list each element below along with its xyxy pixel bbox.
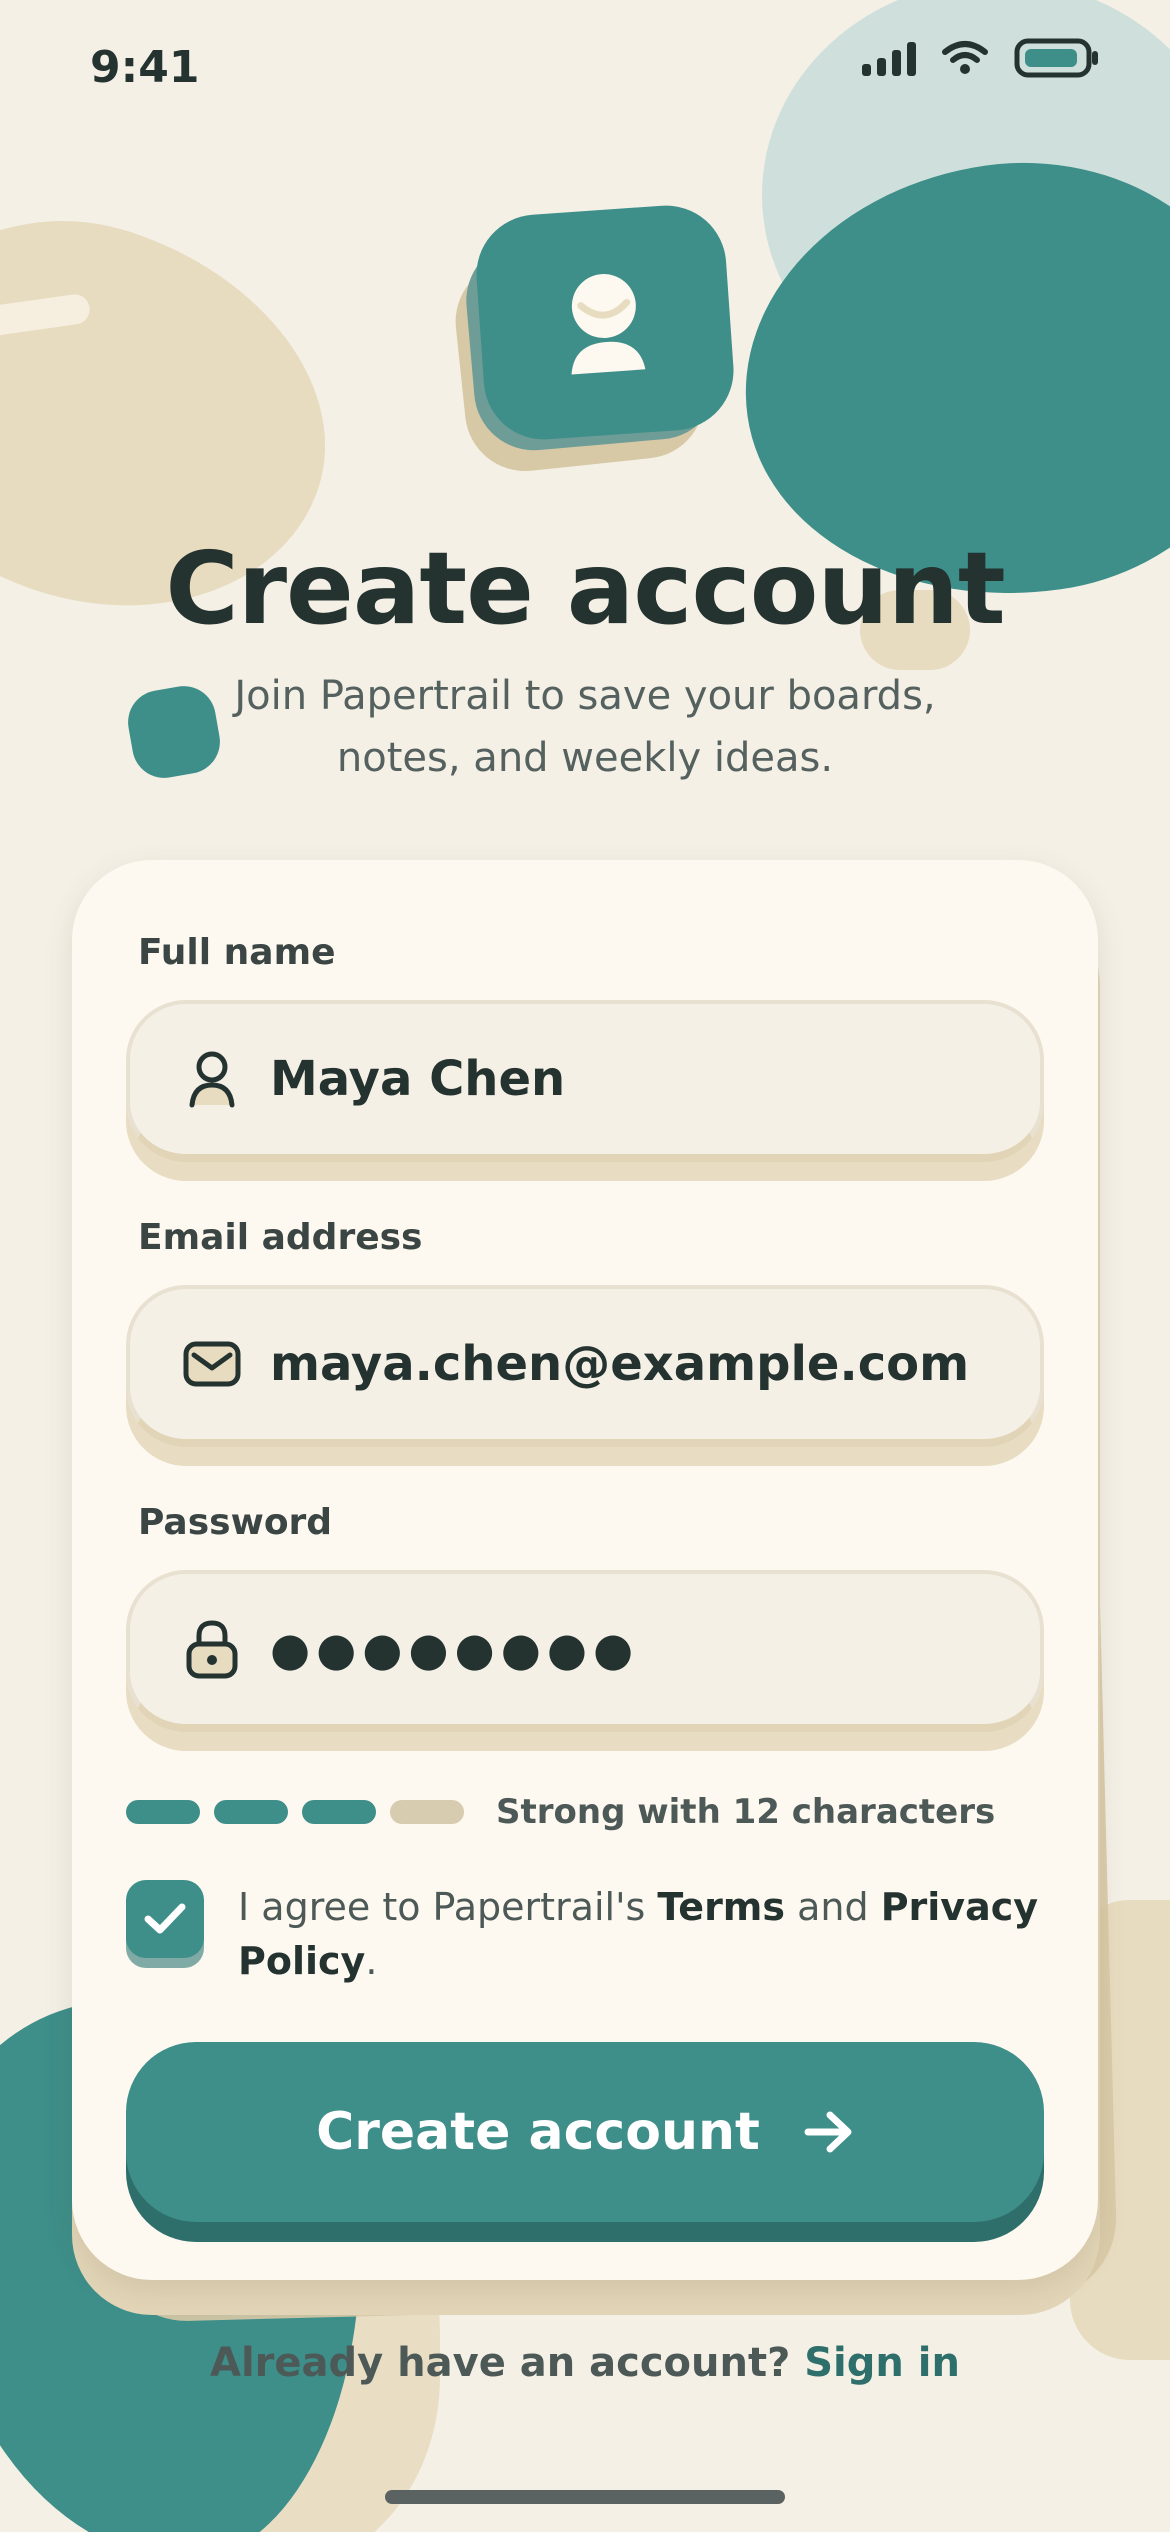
password-value: ●●●●●●●● [270,1622,640,1676]
page-title: Create account [165,530,1005,647]
sign-in-prompt: Already have an account? Sign in [210,2340,960,2386]
sign-in-link[interactable]: Sign in [804,2340,960,2386]
wifi-icon [942,41,988,74]
password-strength-meter: Strong with 12 characters [126,1792,995,1832]
status-icons [862,38,1100,78]
password-field[interactable]: ●●●●●●●● [126,1570,1044,1751]
envelope-icon [182,1334,242,1394]
password-label: Password [138,1502,333,1543]
status-bar: 9:41 [0,0,1170,140]
create-account-button[interactable]: Create account [126,2042,1044,2242]
lock-icon [182,1619,242,1679]
app-logo [449,201,738,477]
strength-segment [302,1800,376,1824]
home-indicator[interactable] [385,2490,785,2504]
arrow-right-icon [804,2111,852,2153]
email-field[interactable]: maya.chen@example.com [126,1285,1044,1466]
page-subtitle: Join Papertrail to save your boards, not… [234,673,936,781]
person-icon [182,1049,242,1109]
terms-checkbox[interactable] [126,1880,206,1968]
strength-segment [214,1800,288,1824]
strength-text: Strong with 12 characters [496,1792,996,1832]
signal-icon [862,40,916,76]
checkmark-icon [144,1903,186,1934]
email-value: maya.chen@example.com [270,1336,970,1392]
battery-icon [1014,38,1098,78]
strength-segment [126,1800,200,1824]
terms-link[interactable]: Terms [657,1885,785,1929]
signup-screen: 9:41 Create account Join Papertrail to s… [0,0,1170,2532]
full-name-value: Maya Chen [270,1051,566,1107]
full-name-label: Full name [138,932,336,973]
email-label: Email address [138,1217,423,1258]
full-name-field[interactable]: Maya Chen [126,1000,1044,1181]
strength-segment [390,1800,464,1824]
create-account-label: Create account [316,2102,760,2162]
terms-text: I agree to Papertrail's Terms and Privac… [238,1885,1039,1983]
status-time: 9:41 [90,42,200,93]
user-avatar-icon [571,273,646,374]
